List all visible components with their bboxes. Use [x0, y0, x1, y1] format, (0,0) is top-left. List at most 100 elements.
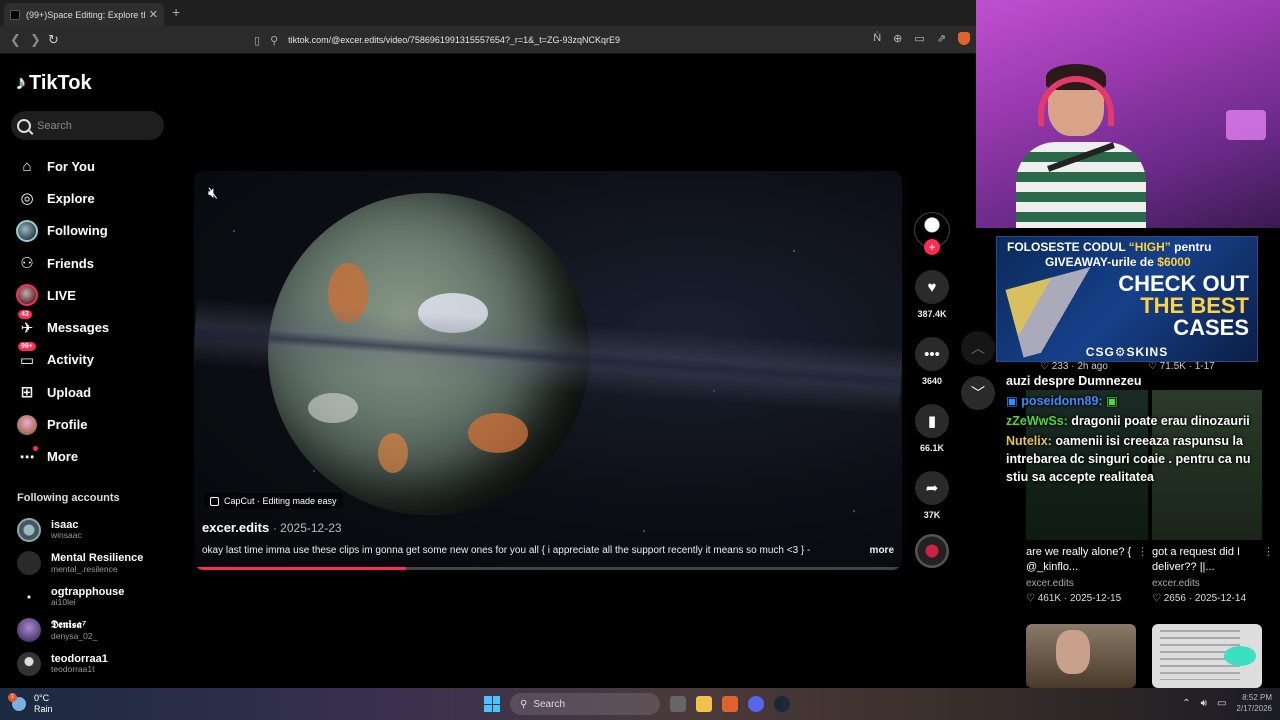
account-item[interactable]: Mental Resilience mental_.resilence	[17, 547, 177, 581]
taskbar-clock[interactable]: 8:52 PM 2/17/2026	[1236, 692, 1272, 714]
sidebar-item-friends[interactable]: ⚇ Friends	[14, 247, 174, 279]
next-video-button[interactable]: ﹀	[961, 376, 995, 410]
music-disc-icon[interactable]	[915, 534, 949, 568]
tray-chevron-icon[interactable]: ⌃	[1182, 698, 1190, 709]
windows-start-icon[interactable]	[484, 696, 500, 712]
sidebar-item-label: Explore	[47, 190, 95, 206]
taskbar-search[interactable]: ⚲ Search	[510, 693, 660, 715]
translate-icon[interactable]: Ṅ	[873, 32, 881, 45]
recommend-meta-row: ♡ 233 · 2h ago ♡ 71.5K · 1-17	[1040, 361, 1215, 372]
cast-icon[interactable]: ▭	[914, 32, 924, 45]
creator-avatar[interactable]: +	[914, 212, 950, 255]
recommend-thumbnail[interactable]	[1026, 624, 1136, 688]
search-input[interactable]: Search	[11, 111, 164, 140]
sidebar-item-following[interactable]: Following	[14, 215, 174, 247]
more-link[interactable]: more	[870, 545, 894, 556]
forward-icon[interactable]: ❯	[30, 32, 41, 48]
discord-icon[interactable]	[748, 696, 764, 712]
sidebar-item-label: Profile	[47, 417, 88, 433]
account-handle: winsaac	[51, 530, 82, 541]
chat-text: dragonii poate erau dinozaurii	[1067, 414, 1250, 428]
browser-tabbar: (99+)Space Editing: Explore the ✕ +	[0, 0, 976, 26]
video-author[interactable]: excer.edits · 2025-12-23	[202, 520, 342, 535]
browser-tab[interactable]: (99+)Space Editing: Explore the ✕	[4, 3, 164, 26]
weather-temp: 0°C	[34, 693, 50, 703]
url-text[interactable]: tiktok.com/@excer.edits/video/7586961991…	[288, 35, 620, 45]
recommend-card[interactable]: are we really alone? { @_kinflo... ⋮ exc…	[1026, 545, 1148, 604]
account-handle: denysa_02_	[51, 630, 98, 641]
file-explorer-icon[interactable]	[696, 696, 712, 712]
sidebar-item-explore[interactable]: ◎ Explore	[14, 182, 174, 214]
brave-browser-icon[interactable]	[722, 696, 738, 712]
avatar	[17, 551, 41, 576]
recommend-title[interactable]: are we really alone? { @_kinflo...	[1026, 545, 1144, 575]
video-description-text: okay last time imma use these clips im g…	[202, 545, 811, 556]
mute-icon[interactable]: 🔇︎	[208, 185, 218, 203]
account-item[interactable]: ogtrapphouse ai10lei	[17, 580, 177, 614]
sidebar-item-for-you[interactable]: ⌂ For You	[14, 150, 174, 182]
promo-headline: CHECK OUT THE BEST CASES	[1118, 271, 1249, 340]
previous-video-button[interactable]: ︿	[961, 331, 995, 365]
account-item[interactable]: teodorraa1 teodorraa1t	[17, 647, 177, 681]
recommend-thumbnail[interactable]	[1152, 624, 1262, 688]
bookmark-icon[interactable]: ▯	[254, 34, 260, 47]
speaker-icon[interactable]: 🔊︎	[1201, 698, 1207, 709]
sidebar-item-more[interactable]: ⋯ More	[14, 441, 174, 473]
recommend-title[interactable]: got a request did I deliver?? ||...	[1152, 545, 1270, 575]
sidebar-item-messages[interactable]: ✈ 43 Messages	[14, 309, 174, 343]
video-progress-bar[interactable]	[194, 567, 902, 570]
share-icon[interactable]: ⇗	[937, 32, 946, 45]
save-action[interactable]: ▮ 66.1K	[912, 404, 952, 453]
site-info-icon[interactable]: ⚲	[270, 34, 278, 47]
sidebar-item-activity[interactable]: ▭ 99+ Activity	[14, 341, 174, 376]
comment-count: 3640	[921, 376, 943, 386]
chat-user: Nutelix:	[1006, 434, 1052, 448]
comment-action[interactable]: ••• 3640	[912, 337, 952, 386]
bookmark-icon[interactable]: ▮	[915, 404, 949, 438]
sidebar-item-upload[interactable]: ⊞ Upload	[14, 376, 174, 408]
account-item[interactable]: isaac winsaac	[17, 513, 177, 547]
streamer-webcam	[976, 0, 1280, 228]
capcut-label[interactable]: CapCut · Editing made easy	[204, 493, 343, 509]
brave-shield-icon[interactable]	[958, 32, 970, 45]
recommend-author[interactable]: excer.edits	[1026, 578, 1144, 589]
sidebar-menu: ⌂ For You ◎ Explore Following ⚇ Friends …	[14, 150, 174, 473]
like-action[interactable]: ♥ 387.4K	[912, 270, 952, 319]
recommend-author[interactable]: excer.edits	[1152, 578, 1270, 589]
avatar	[17, 651, 41, 676]
back-icon[interactable]: ❮	[10, 32, 21, 48]
heart-icon[interactable]: ♥	[915, 270, 949, 304]
chat-message: ▣ poseidonn89: ▣	[1006, 392, 1274, 410]
chat-message: auzi despre Dumnezeu	[1006, 372, 1274, 390]
recommend-date: 1-17	[1194, 361, 1215, 372]
video-description: okay last time imma use these clips im g…	[202, 545, 894, 556]
video-author-name[interactable]: excer.edits	[202, 520, 269, 535]
close-tab-icon[interactable]: ✕	[149, 8, 158, 21]
kebab-menu-icon[interactable]: ⋮	[1137, 545, 1148, 558]
recommend-card[interactable]: got a request did I deliver?? ||... ⋮ ex…	[1152, 545, 1274, 604]
promo-line-2: GIVEAWAY-urile de $6000	[1045, 255, 1191, 269]
network-icon[interactable]: ▭	[1217, 698, 1226, 709]
new-tab-button[interactable]: +	[172, 4, 180, 20]
zoom-icon[interactable]: ⊕	[893, 32, 902, 45]
weather-widget[interactable]: 1 0°C Rain	[8, 693, 53, 715]
address-bar[interactable]: ▯ ⚲ tiktok.com/@excer.edits/video/758696…	[254, 29, 974, 51]
recommend-date: 2025-12-15	[1070, 593, 1122, 604]
sidebar-item-live[interactable]: LIVE	[14, 279, 174, 311]
sidebar-item-label: For You	[47, 158, 95, 174]
comment-icon[interactable]: •••	[915, 337, 949, 371]
stream-chat: auzi despre Dumnezeu ▣ poseidonn89: ▣ zZ…	[1006, 372, 1274, 488]
sidebar-item-profile[interactable]: Profile	[14, 408, 174, 440]
kebab-menu-icon[interactable]: ⋮	[1263, 545, 1274, 558]
share-action[interactable]: ➦ 37K	[912, 471, 952, 520]
badge-icon: ▣	[1006, 394, 1018, 408]
reload-icon[interactable]: ↻	[48, 32, 59, 48]
video-player[interactable]: 🔇︎ CapCut · Editing made easy excer.edit…	[194, 171, 902, 570]
follow-plus-icon[interactable]: +	[924, 239, 940, 255]
steam-icon[interactable]	[774, 696, 790, 712]
like-count: 387.4K	[917, 309, 947, 319]
share-arrow-icon[interactable]: ➦	[915, 471, 949, 505]
tiktok-logo[interactable]: ♪ TikTok	[16, 72, 92, 95]
task-view-icon[interactable]	[670, 696, 686, 712]
account-item[interactable]: 𝕯𝖊𝖓𝖎𝖘𝖆⁷ denysa_02_	[17, 614, 177, 648]
